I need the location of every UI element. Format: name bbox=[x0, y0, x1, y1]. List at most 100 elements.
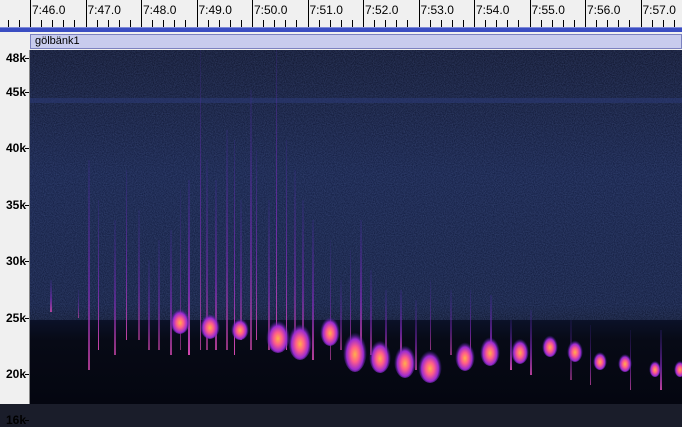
call-hotspot bbox=[649, 359, 661, 377]
frequency-tick-label: 16k bbox=[5, 412, 26, 427]
timeline-minor-tick bbox=[496, 20, 498, 27]
timeline-major-tick bbox=[640, 0, 642, 27]
timeline-minor-tick bbox=[41, 20, 43, 27]
call-streak bbox=[114, 220, 116, 355]
timeline-major-tick bbox=[585, 0, 586, 27]
timeline-tick-label: 7:49.0 bbox=[198, 3, 232, 17]
call-hotspot bbox=[455, 339, 475, 371]
timeline-minor-tick bbox=[74, 20, 76, 27]
timeline-minor-tick bbox=[185, 20, 187, 27]
timeline-major-tick bbox=[363, 0, 364, 27]
timeline-minor-tick bbox=[440, 20, 442, 27]
call-streak bbox=[126, 170, 127, 340]
call-hotspot bbox=[593, 350, 607, 370]
timeline-minor-tick bbox=[296, 20, 298, 27]
call-streak bbox=[200, 50, 201, 350]
call-hotspot bbox=[231, 316, 249, 340]
timeline-minor-tick bbox=[229, 20, 231, 27]
timeline-major-tick bbox=[307, 0, 309, 27]
timeline-minor-tick bbox=[385, 20, 387, 27]
call-hotspot bbox=[288, 320, 312, 360]
timeline-minor-tick bbox=[485, 20, 487, 27]
call-streak bbox=[50, 280, 52, 312]
frequency-tick-label: 25k bbox=[5, 310, 26, 325]
call-hotspot bbox=[511, 336, 529, 364]
timeline-tick-label: 7:53.0 bbox=[420, 3, 454, 17]
frequency-tick bbox=[25, 204, 29, 206]
frequency-tick bbox=[25, 374, 29, 376]
call-hotspot bbox=[418, 347, 442, 383]
timeline-minor-tick bbox=[596, 20, 598, 27]
timeline-minor-tick bbox=[240, 20, 242, 27]
call-hotspot bbox=[394, 342, 416, 378]
frequency-tick bbox=[25, 148, 29, 150]
timeline-minor-tick bbox=[462, 20, 464, 27]
timeline-minor-tick bbox=[263, 20, 265, 27]
call-streak bbox=[276, 50, 277, 350]
timeline-minor-tick bbox=[107, 20, 109, 27]
timeline-minor-tick bbox=[152, 20, 154, 27]
timeline-major-tick bbox=[85, 0, 87, 27]
call-hotspot bbox=[542, 333, 558, 357]
call-streak bbox=[188, 180, 190, 355]
call-streak bbox=[530, 310, 532, 375]
spectrogram-view[interactable] bbox=[30, 50, 682, 404]
timeline-tick-label: 7:51.0 bbox=[309, 3, 343, 17]
frequency-tick-label: 48k bbox=[5, 51, 26, 65]
timeline-minor-tick bbox=[63, 20, 65, 27]
spectrogram-canvas[interactable] bbox=[30, 50, 682, 404]
frequency-ruler[interactable]: 48k 45k 40k 35k 30k 25k 20k 16k bbox=[0, 50, 30, 427]
timeline-minor-tick bbox=[651, 20, 653, 27]
timeline-minor-tick bbox=[118, 20, 120, 27]
frequency-tick bbox=[25, 261, 29, 263]
timeline-tick-label: 7:50.0 bbox=[254, 3, 288, 17]
call-streak bbox=[340, 280, 342, 350]
timeline-ruler[interactable]: 7:46.0 7:47.0 7:48.0 7:49.0 7:50.0 7:51.0 7:52… bbox=[0, 0, 682, 28]
call-hotspot bbox=[567, 338, 583, 362]
call-hotspot bbox=[170, 306, 190, 334]
call-streak bbox=[370, 270, 372, 355]
call-streak bbox=[226, 130, 228, 350]
noise-band bbox=[30, 98, 682, 103]
call-streak bbox=[158, 240, 160, 350]
timeline-tick-label: 7:46.0 bbox=[32, 3, 66, 17]
call-streak bbox=[256, 150, 257, 340]
call-streak bbox=[148, 260, 150, 350]
frequency-tick-label: 35k bbox=[5, 197, 26, 212]
frequency-tick bbox=[25, 58, 29, 59]
call-streak bbox=[88, 160, 90, 370]
timeline-major-tick bbox=[30, 0, 31, 27]
call-streak bbox=[590, 325, 591, 385]
timeline-minor-tick bbox=[562, 20, 564, 27]
timeline-minor-tick bbox=[18, 20, 20, 27]
timeline-major-tick bbox=[418, 0, 420, 27]
timeline-minor-tick bbox=[340, 20, 342, 27]
timeline-minor-tick bbox=[429, 20, 431, 27]
timeline-minor-tick bbox=[374, 20, 376, 27]
call-streak bbox=[430, 280, 431, 350]
timeline-tick-label: 7:55.0 bbox=[531, 3, 565, 17]
timeline-minor-tick bbox=[52, 20, 54, 27]
timeline-major-tick bbox=[252, 0, 253, 27]
timeline-minor-tick bbox=[451, 20, 453, 27]
timeline-minor-tick bbox=[7, 20, 9, 27]
call-streak bbox=[450, 290, 452, 355]
timeline-tick-label: 7:52.0 bbox=[365, 3, 399, 17]
timeline-tick-label: 7:57.0 bbox=[642, 3, 676, 17]
timeline-tick-label: 7:48.0 bbox=[143, 3, 177, 17]
timeline-minor-tick bbox=[285, 20, 287, 27]
call-streak bbox=[138, 210, 140, 340]
timeline-major-tick bbox=[141, 0, 142, 27]
timeline-major-tick bbox=[474, 0, 475, 27]
timeline-minor-tick bbox=[607, 20, 609, 27]
call-streak bbox=[78, 290, 79, 318]
call-hotspot bbox=[480, 334, 500, 366]
timeline-minor-tick bbox=[618, 20, 620, 27]
call-hotspot bbox=[200, 311, 220, 339]
timeline-minor-tick bbox=[629, 20, 631, 27]
call-hotspot bbox=[343, 328, 367, 372]
timeline-minor-tick bbox=[129, 20, 131, 27]
track-name-label[interactable]: gölbänk1 bbox=[30, 34, 682, 49]
call-streak bbox=[98, 200, 99, 350]
call-streak bbox=[660, 330, 662, 390]
